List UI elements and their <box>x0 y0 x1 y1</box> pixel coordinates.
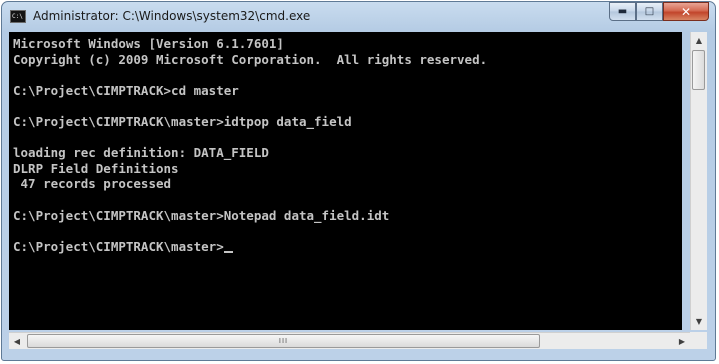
caption-buttons: ▬ □ ✕ <box>609 2 709 22</box>
console-output[interactable]: Microsoft Windows [Version 6.1.7601] Cop… <box>9 32 682 330</box>
console-text: Microsoft Windows [Version 6.1.7601] Cop… <box>9 32 682 254</box>
text-cursor <box>223 250 233 253</box>
horizontal-scroll-thumb[interactable]: III <box>27 334 540 348</box>
arrow-down-icon[interactable]: ▼ <box>691 313 707 330</box>
scroll-grip: III <box>278 337 289 345</box>
console-line: Microsoft Windows [Version 6.1.7601] <box>13 36 284 51</box>
console-line: C:\Project\CIMPTRACK\master>Notepad data… <box>13 207 390 223</box>
vertical-scroll-thumb[interactable] <box>692 50 705 90</box>
cmd-window: C:\ Administrator: C:\Windows\system32\c… <box>1 1 716 361</box>
minimize-button[interactable]: ▬ <box>609 2 636 21</box>
horizontal-scrollbar[interactable]: ◀ III ▶ <box>9 332 690 349</box>
console-line: C:\Project\CIMPTRACK\master>idtpop data_… <box>13 113 352 129</box>
cmd-icon[interactable]: C:\ <box>10 10 26 23</box>
console-line: C:\Project\CIMPTRACK\master> <box>13 238 224 254</box>
minimize-icon: ▬ <box>617 6 628 17</box>
console-line: C:\Project\CIMPTRACK>cd master <box>13 82 239 98</box>
scrollbar-corner <box>690 332 707 349</box>
arrow-right-icon[interactable]: ▶ <box>674 333 690 350</box>
console-line: Copyright (c) 2009 Microsoft Corporation… <box>13 51 488 67</box>
close-icon: ✕ <box>680 4 692 19</box>
window-title: Administrator: C:\Windows\system32\cmd.e… <box>33 9 311 23</box>
console-line: DLRP Field Definitions <box>13 160 179 176</box>
maximize-icon: □ <box>644 6 655 17</box>
vertical-scrollbar[interactable]: ▲ ▼ <box>690 32 707 330</box>
close-button[interactable]: ✕ <box>663 2 709 21</box>
maximize-button[interactable]: □ <box>636 2 663 21</box>
console-line: 47 records processed <box>13 176 172 192</box>
arrow-up-icon[interactable]: ▲ <box>691 32 707 49</box>
title-bar[interactable]: C:\ Administrator: C:\Windows\system32\c… <box>2 2 715 32</box>
arrow-left-icon[interactable]: ◀ <box>9 333 25 350</box>
console-line: loading rec definition: DATA_FIELD <box>13 145 269 161</box>
